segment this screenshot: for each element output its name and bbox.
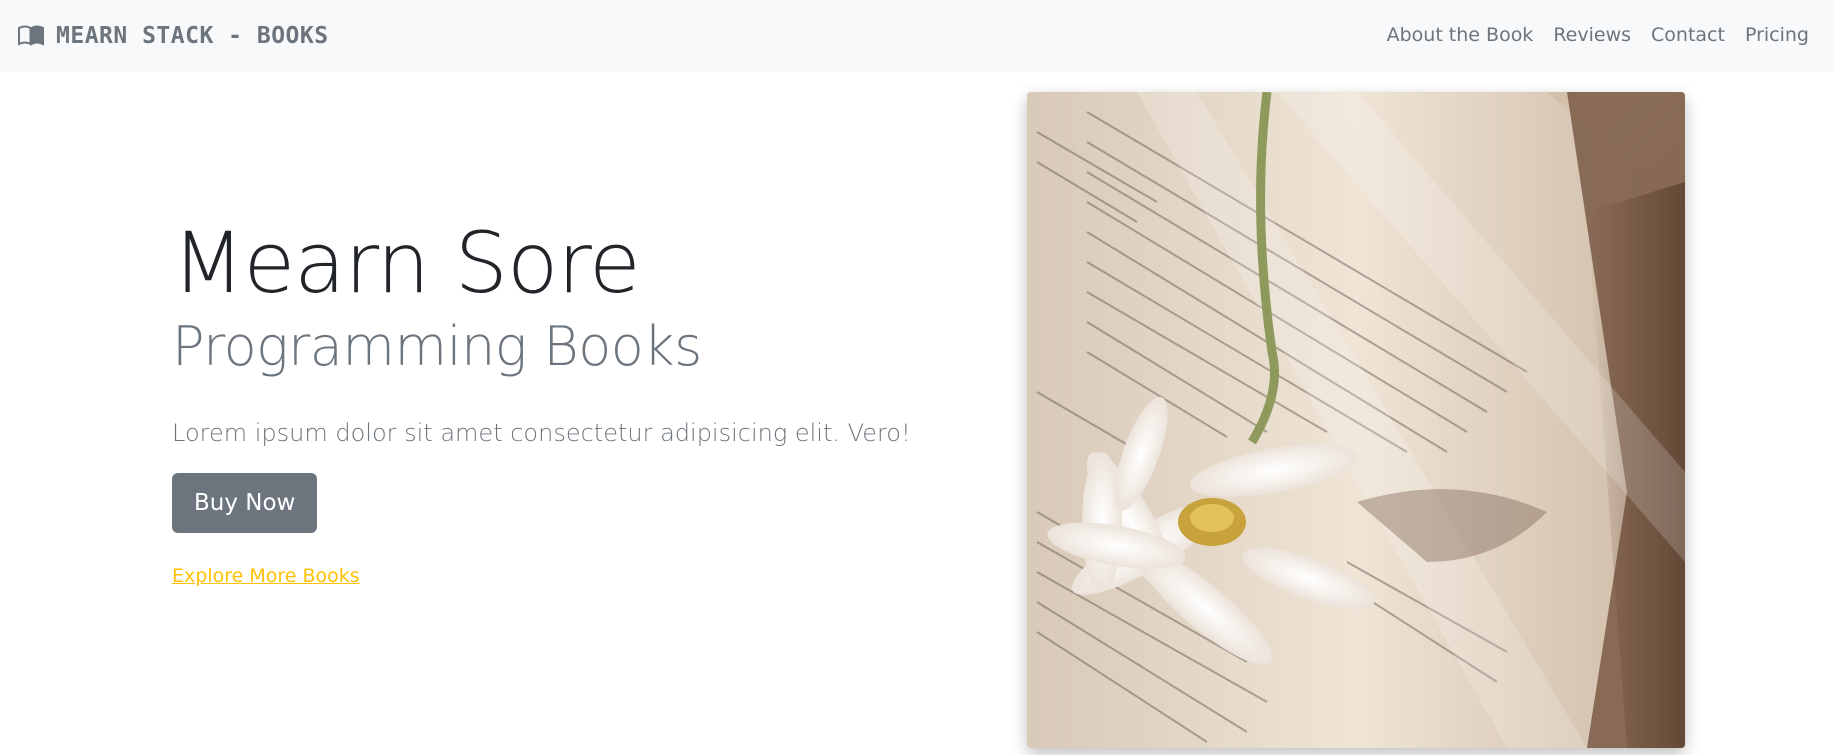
book-open-icon — [18, 25, 44, 47]
nav-link-pricing[interactable]: Pricing — [1745, 24, 1809, 46]
nav-link-about[interactable]: About the Book — [1387, 24, 1534, 46]
explore-more-books-link[interactable]: Explore More Books — [172, 565, 972, 587]
hero-text: Mearn Sore Programming Books Lorem ipsum… — [172, 215, 972, 587]
hero-title: Mearn Sore — [172, 214, 641, 312]
nav-link-reviews[interactable]: Reviews — [1553, 24, 1631, 46]
nav-links: About the Book Reviews Contact Pricing — [1387, 24, 1809, 46]
hero-lead: Lorem ipsum dolor sit amet consectetur a… — [172, 419, 911, 447]
navbar: MEARN STACK - BOOKS About the Book Revie… — [0, 0, 1833, 72]
brand-link[interactable]: MEARN STACK - BOOKS — [18, 22, 329, 50]
buy-now-button[interactable]: Buy Now — [172, 473, 318, 533]
brand-text: MEARN STACK - BOOKS — [56, 23, 329, 49]
nav-link-contact[interactable]: Contact — [1651, 24, 1725, 46]
hero-subtitle: Programming Books — [172, 315, 702, 378]
hero-book-image — [1027, 92, 1685, 748]
